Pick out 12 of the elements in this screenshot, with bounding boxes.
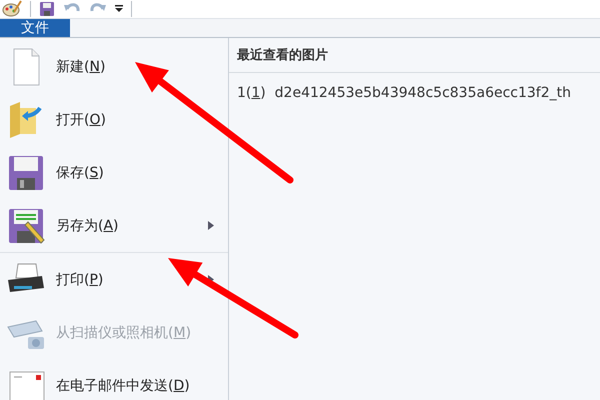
menu-item[interactable]: 保存(S) [56,164,214,182]
recent-file-item[interactable]: 1(1) d2e412453e5b43948c5c835a6ecc13f2_th [229,73,600,113]
palette-icon[interactable] [2,0,22,18]
dropdown-icon[interactable] [115,5,123,13]
menu-item[interactable]: 打印(P) [56,270,198,288]
save-icon[interactable] [39,1,55,17]
menu-item[interactable]: 另存为(A) [56,216,198,234]
recent-pictures-heading: 最近查看的图片 [229,38,600,73]
menu-item[interactable]: 新建(N) [56,58,214,76]
menu-item[interactable]: 打开(O) [56,110,214,128]
file-tab[interactable]: 文件 [0,19,70,37]
menu-item[interactable]: 在电子邮件中发送(D) [56,376,214,394]
